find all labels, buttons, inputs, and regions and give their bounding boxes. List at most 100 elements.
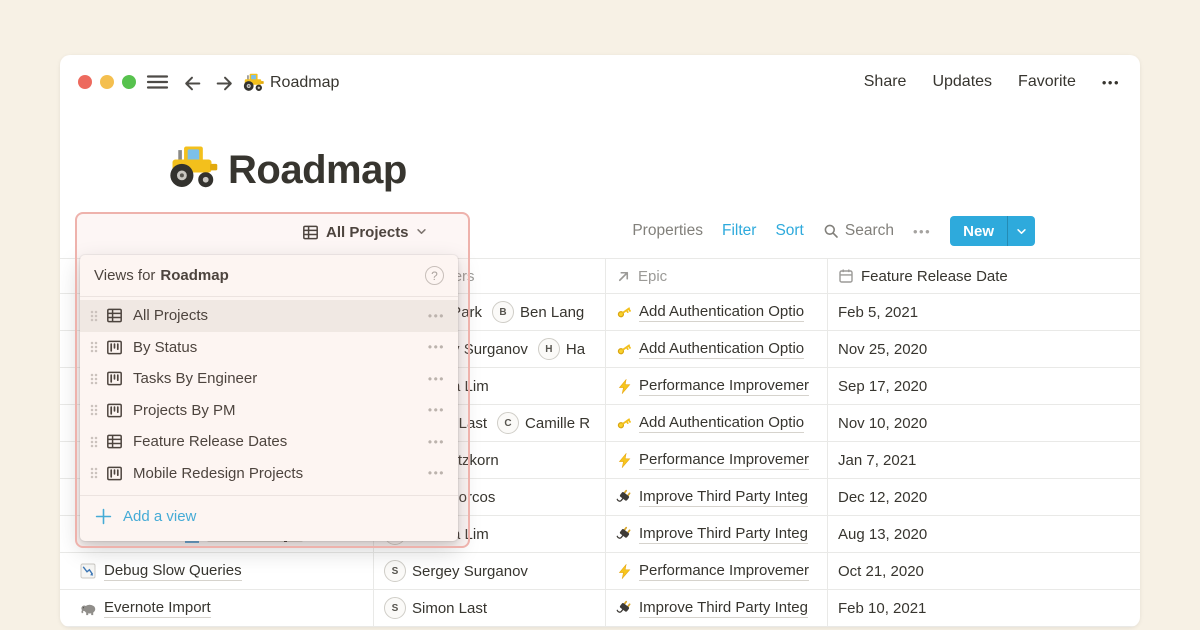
epic-cell[interactable]: Improve Third Party Integ xyxy=(605,590,827,626)
drag-handle-icon[interactable] xyxy=(89,465,99,481)
epic-cell[interactable]: Improve Third Party Integ xyxy=(605,516,827,552)
engineers-cell[interactable]: SSergey Surganov xyxy=(373,553,605,589)
board-icon xyxy=(106,465,123,482)
new-button-label[interactable]: New xyxy=(950,216,1007,246)
app-window: Roadmap ShareUpdatesFavorite ••• Roadmap… xyxy=(60,55,1140,627)
project-cell[interactable]: Debug Slow Queries xyxy=(60,553,373,589)
release-date-cell[interactable]: Aug 13, 2020 xyxy=(827,516,1140,552)
help-question-icon[interactable]: ? xyxy=(425,266,444,285)
view-item-projects-by-pm[interactable]: Projects By PM••• xyxy=(80,395,458,427)
view-item-feature-release-dates[interactable]: Feature Release Dates••• xyxy=(80,426,458,458)
search-label: Search xyxy=(845,222,894,240)
view-item-more-button[interactable]: ••• xyxy=(428,372,445,386)
view-item-mobile-redesign-projects[interactable]: Mobile Redesign Projects••• xyxy=(80,458,458,490)
column-header-label: Feature Release Date xyxy=(861,268,1008,285)
table-row: Evernote Import SSimon Last Improve Third … xyxy=(60,590,1140,627)
view-item-more-button[interactable]: ••• xyxy=(428,466,445,480)
chevron-down-icon xyxy=(416,224,427,242)
view-item-by-status[interactable]: By Status••• xyxy=(80,332,458,364)
back-arrow-icon[interactable] xyxy=(182,73,203,94)
chevron-down-icon[interactable] xyxy=(1008,216,1035,246)
epic-page-link[interactable]: Improve Third Party Integ xyxy=(639,488,808,507)
epic-page-link[interactable]: Improve Third Party Integ xyxy=(639,525,808,544)
sidebar-menu-icon[interactable] xyxy=(146,73,169,91)
release-date-cell[interactable]: Jan 7, 2021 xyxy=(827,442,1140,478)
table-view-icon xyxy=(302,224,319,241)
release-date-cell[interactable]: Dec 12, 2020 xyxy=(827,479,1140,515)
views-panel-title-prefix: Views for xyxy=(94,267,155,284)
epic-cell[interactable]: Performance Improvemer xyxy=(605,553,827,589)
epic-page-link[interactable]: Performance Improvemer xyxy=(639,562,809,581)
filter-button[interactable]: Filter xyxy=(722,222,756,240)
epic-cell[interactable]: Performance Improvemer xyxy=(605,368,827,404)
properties-button[interactable]: Properties xyxy=(632,222,703,240)
arrow-up-right-icon xyxy=(616,269,631,284)
zap-icon xyxy=(616,563,632,579)
view-item-label: Tasks By Engineer xyxy=(133,370,428,387)
release-date-cell[interactable]: Feb 5, 2021 xyxy=(827,294,1140,330)
drag-handle-icon[interactable] xyxy=(89,434,99,450)
drag-handle-icon[interactable] xyxy=(89,308,99,324)
new-button[interactable]: New xyxy=(950,216,1035,246)
epic-page-link[interactable]: Performance Improvemer xyxy=(639,377,809,396)
minimize-window-button[interactable] xyxy=(100,75,114,89)
epic-cell[interactable]: Improve Third Party Integ xyxy=(605,479,827,515)
release-date-cell[interactable]: Nov 25, 2020 xyxy=(827,331,1140,367)
search-button[interactable]: Search xyxy=(823,222,894,240)
engineer-name: Simon Last xyxy=(412,600,487,617)
view-item-label: Feature Release Dates xyxy=(133,433,428,450)
add-view-label: Add a view xyxy=(123,508,196,525)
release-date-cell[interactable]: Feb 10, 2021 xyxy=(827,590,1140,626)
drag-handle-icon[interactable] xyxy=(89,371,99,387)
tractor-icon xyxy=(242,71,264,93)
column-header-feature-release-date[interactable]: Feature Release Date xyxy=(827,259,1140,293)
epic-page-link[interactable]: Add Authentication Optio xyxy=(639,340,804,359)
view-item-label: All Projects xyxy=(133,307,428,324)
epic-cell[interactable]: Add Authentication Optio xyxy=(605,405,827,441)
topbar-more-button[interactable]: ••• xyxy=(1102,75,1120,90)
epic-cell[interactable]: Performance Improvemer xyxy=(605,442,827,478)
release-date-cell[interactable]: Oct 21, 2020 xyxy=(827,553,1140,589)
favorite-button[interactable]: Favorite xyxy=(1018,73,1076,91)
view-item-more-button[interactable]: ••• xyxy=(428,435,445,449)
add-view-button[interactable]: Add a view xyxy=(80,496,458,536)
updates-button[interactable]: Updates xyxy=(932,73,992,91)
view-item-more-button[interactable]: ••• xyxy=(428,340,445,354)
epic-cell[interactable]: Add Authentication Optio xyxy=(605,331,827,367)
toolbar-more-button[interactable]: ••• xyxy=(913,224,931,239)
share-button[interactable]: Share xyxy=(864,73,907,91)
forward-arrow-icon[interactable] xyxy=(214,73,235,94)
engineer-chip: BBen Lang xyxy=(492,301,584,323)
drag-handle-icon[interactable] xyxy=(89,402,99,418)
engineers-cell[interactable]: SSimon Last xyxy=(373,590,605,626)
epic-page-link[interactable]: Add Authentication Optio xyxy=(639,303,804,322)
epic-page-link[interactable]: Improve Third Party Integ xyxy=(639,599,808,618)
epic-cell[interactable]: Add Authentication Optio xyxy=(605,294,827,330)
zoom-window-button[interactable] xyxy=(122,75,136,89)
view-selector-label: All Projects xyxy=(326,224,409,241)
view-selector[interactable]: All Projects xyxy=(302,218,427,246)
topbar-actions: Share Updates Favorite ••• xyxy=(864,73,1120,91)
view-item-more-button[interactable]: ••• xyxy=(428,403,445,417)
project-page-link[interactable]: Evernote Import xyxy=(104,599,211,618)
release-date-cell[interactable]: Nov 10, 2020 xyxy=(827,405,1140,441)
board-icon xyxy=(106,402,123,419)
view-item-tasks-by-engineer[interactable]: Tasks By Engineer••• xyxy=(80,363,458,395)
tractor-icon[interactable] xyxy=(166,141,218,191)
view-item-more-button[interactable]: ••• xyxy=(428,309,445,323)
project-cell[interactable]: Evernote Import xyxy=(60,590,373,626)
epic-page-link[interactable]: Performance Improvemer xyxy=(639,451,809,470)
project-page-link[interactable]: Debug Slow Queries xyxy=(104,562,242,581)
search-icon xyxy=(823,223,839,239)
column-header-epic[interactable]: Epic xyxy=(605,259,827,293)
zap-icon xyxy=(616,378,632,394)
close-window-button[interactable] xyxy=(78,75,92,89)
plus-icon xyxy=(95,508,112,525)
view-item-all-projects[interactable]: All Projects••• xyxy=(80,300,458,332)
release-date-cell[interactable]: Sep 17, 2020 xyxy=(827,368,1140,404)
drag-handle-icon[interactable] xyxy=(89,339,99,355)
view-item-label: Mobile Redesign Projects xyxy=(133,465,428,482)
sort-button[interactable]: Sort xyxy=(775,222,803,240)
elephant-icon xyxy=(80,600,96,616)
epic-page-link[interactable]: Add Authentication Optio xyxy=(639,414,804,433)
